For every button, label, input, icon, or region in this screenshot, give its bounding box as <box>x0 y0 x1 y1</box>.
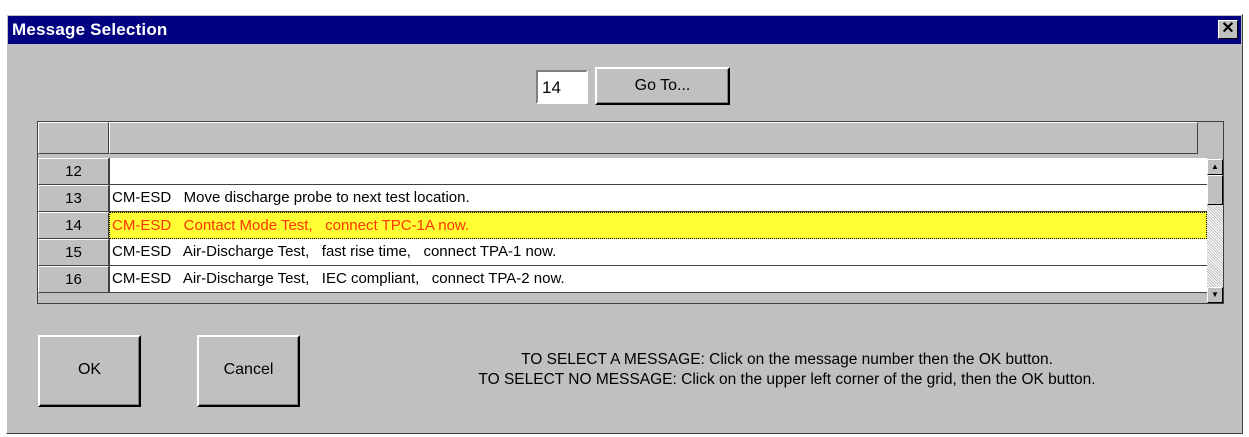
message-cell-13[interactable]: CM-ESD Move discharge probe to next test… <box>109 185 1207 212</box>
vertical-scrollbar[interactable]: ▲ ▼ <box>1207 159 1223 303</box>
row-number-15[interactable]: 15 <box>38 239 109 266</box>
cancel-button[interactable]: Cancel <box>197 335 300 407</box>
message-grid: 12 13 CM-ESD Move discharge probe to nex… <box>37 121 1224 304</box>
arrow-up-icon: ▲ <box>1211 162 1219 171</box>
grid-column-header <box>109 122 1198 154</box>
window-title: Message Selection <box>12 20 168 39</box>
message-cell-14-selected[interactable]: CM-ESD Contact Mode Test, connect TPC-1A… <box>109 212 1207 239</box>
instruction-select-none: TO SELECT NO MESSAGE: Click on the upper… <box>478 371 1096 388</box>
row-number-16[interactable]: 16 <box>38 266 109 293</box>
scroll-down-button[interactable]: ▼ <box>1207 287 1223 303</box>
grid-corner-cell[interactable] <box>38 122 109 154</box>
message-cell-16[interactable]: CM-ESD Air-Discharge Test, IEC compliant… <box>109 266 1207 293</box>
message-selection-window: Message Selection ✕ 14 Go To... 12 13 CM… <box>6 14 1243 434</box>
row-number-12[interactable]: 12 <box>38 158 109 185</box>
row-number-13[interactable]: 13 <box>38 185 109 212</box>
title-bar[interactable]: Message Selection ✕ <box>8 16 1241 44</box>
row-number-14[interactable]: 14 <box>38 212 109 239</box>
instructions: TO SELECT A MESSAGE: Click on the messag… <box>347 350 1227 390</box>
close-button[interactable]: ✕ <box>1218 20 1238 39</box>
goto-number-input[interactable]: 14 <box>536 70 588 104</box>
goto-button[interactable]: Go To... <box>595 67 730 105</box>
scroll-up-button[interactable]: ▲ <box>1207 159 1223 175</box>
message-cell-12[interactable] <box>109 158 1207 185</box>
close-icon: ✕ <box>1221 20 1235 37</box>
scroll-thumb[interactable] <box>1207 175 1223 205</box>
instruction-select-message: TO SELECT A MESSAGE: Click on the messag… <box>521 351 1053 368</box>
arrow-down-icon: ▼ <box>1211 290 1219 299</box>
message-cell-15[interactable]: CM-ESD Air-Discharge Test, fast rise tim… <box>109 239 1207 266</box>
ok-button[interactable]: OK <box>38 335 141 407</box>
